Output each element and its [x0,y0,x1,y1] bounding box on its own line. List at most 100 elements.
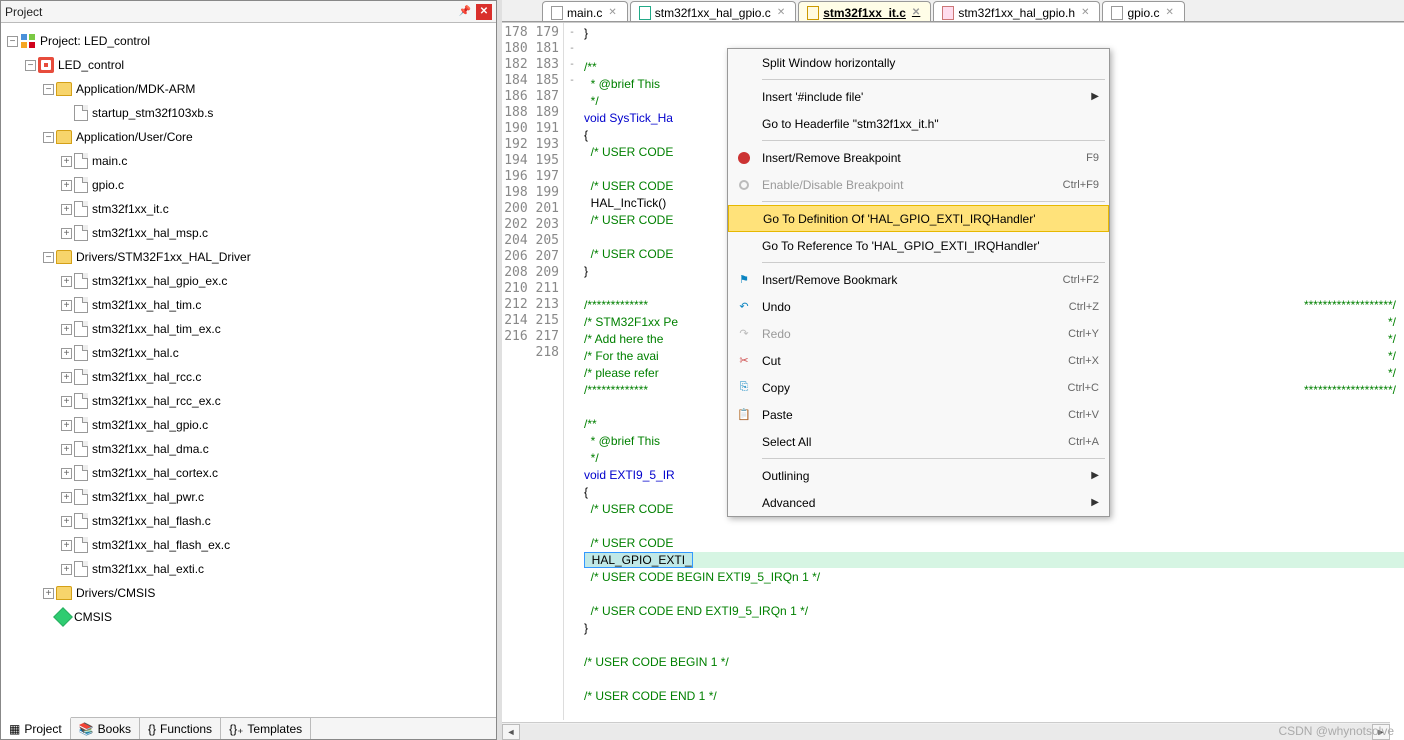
expander-icon[interactable]: + [61,444,72,455]
expander-icon[interactable]: + [61,540,72,551]
menu-item[interactable]: ✂CutCtrl+X [728,347,1109,374]
menu-item[interactable]: Insert/Remove BreakpointF9 [728,144,1109,171]
menu-label: Copy [762,381,790,395]
menu-item[interactable]: Advanced▶ [728,489,1109,516]
tree-file[interactable]: +main.c [7,149,496,173]
tree-project-root[interactable]: −Project: LED_control [7,29,496,53]
tree-target[interactable]: −LED_control [7,53,496,77]
menu-item[interactable]: ↶UndoCtrl+Z [728,293,1109,320]
scroll-track[interactable] [520,724,1372,740]
expander-icon[interactable]: + [61,420,72,431]
menu-item[interactable]: Go To Reference To 'HAL_GPIO_EXTI_IRQHan… [728,232,1109,259]
close-icon[interactable]: ✕ [476,4,492,20]
expander-icon[interactable]: + [61,396,72,407]
cmsis-icon [53,607,73,627]
tab-label: stm32f1xx_hal_gpio.c [655,6,771,20]
fold-column[interactable]: - - - - [564,23,580,720]
tree-file[interactable]: +stm32f1xx_hal_tim.c [7,293,496,317]
menu-item[interactable]: ⚑Insert/Remove BookmarkCtrl+F2 [728,266,1109,293]
close-icon[interactable]: ✕ [777,7,785,18]
pin-icon[interactable]: 📌 [458,5,472,19]
expander-icon[interactable]: + [61,468,72,479]
expander-icon[interactable]: + [61,372,72,383]
menu-label: Redo [762,327,791,341]
expander-icon[interactable]: + [61,276,72,287]
tree-label: stm32f1xx_hal_msp.c [92,226,208,240]
tree-file[interactable]: + stm32f1xx_hal_dma.c [7,437,496,461]
shortcut-label: Ctrl+Y [1068,328,1099,340]
expander-icon[interactable]: + [43,588,54,599]
expander-icon[interactable]: − [7,36,18,47]
tree-file[interactable]: +gpio.c [7,173,496,197]
tree-file[interactable]: +stm32f1xx_hal_flash.c [7,509,496,533]
tree-file[interactable]: +stm32f1xx_hal_tim_ex.c [7,317,496,341]
menu-item[interactable]: Go To Definition Of 'HAL_GPIO_EXTI_IRQHa… [728,205,1109,232]
close-icon[interactable]: ✕ [1081,7,1089,18]
expander-icon[interactable]: − [43,252,54,263]
file-tab[interactable]: stm32f1xx_hal_gpio.c ✕ [630,1,796,21]
file-tab[interactable]: stm32f1xx_hal_gpio.h✕ [933,1,1100,21]
menu-item[interactable]: Split Window horizontally [728,49,1109,76]
close-icon[interactable]: ✕ [608,7,616,18]
tree-file[interactable]: +stm32f1xx_hal_flash_ex.c [7,533,496,557]
tree-file[interactable]: +stm32f1xx_hal_cortex.c [7,461,496,485]
expander-icon[interactable]: + [61,156,72,167]
folder-icon [56,250,72,264]
menu-item[interactable]: Go to Headerfile "stm32f1xx_it.h" [728,110,1109,137]
menu-item[interactable]: Outlining▶ [728,462,1109,489]
file-tab[interactable]: gpio.c✕ [1102,1,1184,21]
menu-item[interactable]: Select AllCtrl+A [728,428,1109,455]
tree-file[interactable]: +stm32f1xx_hal_rcc.c [7,365,496,389]
expander-icon[interactable]: + [61,564,72,575]
tree-label: Drivers/CMSIS [76,586,155,600]
tree-file[interactable]: +stm32f1xx_hal.c [7,341,496,365]
expander-icon[interactable]: − [43,132,54,143]
tree-file[interactable]: +stm32f1xx_hal_rcc_ex.c [7,389,496,413]
tree-file[interactable]: +stm32f1xx_hal_gpio.c [7,413,496,437]
close-icon[interactable]: ✕ [912,7,920,18]
menu-item[interactable]: Insert '#include file'▶ [728,83,1109,110]
tree-file[interactable]: + stm32f1xx_hal_pwr.c [7,485,496,509]
tree-file[interactable]: +stm32f1xx_hal_gpio_ex.c [7,269,496,293]
menu-item: ↷RedoCtrl+Y [728,320,1109,347]
file-tab[interactable]: stm32f1xx_it.c✕ [798,1,931,21]
menu-separator [762,79,1105,80]
tree-file[interactable]: + stm32f1xx_hal_msp.c [7,221,496,245]
menu-label: Enable/Disable Breakpoint [762,178,903,192]
bottom-tab-project[interactable]: ▦Project [1,717,71,739]
bottom-tab-books[interactable]: 📚Books [71,718,140,739]
tree-file[interactable]: +stm32f1xx_it.c [7,197,496,221]
tree-folder[interactable]: −Application/User/Core [7,125,496,149]
expander-icon[interactable]: + [61,228,72,239]
project-tree[interactable]: −Project: LED_control−LED_control−Applic… [1,23,496,717]
bottom-tab-templates[interactable]: {}₊Templates [221,718,311,739]
expander-icon[interactable]: + [61,516,72,527]
tree-file[interactable]: +stm32f1xx_hal_exti.c [7,557,496,581]
expander-icon[interactable]: + [61,324,72,335]
tree-label: stm32f1xx_hal_dma.c [92,442,209,456]
menu-item[interactable]: ⎘CopyCtrl+C [728,374,1109,401]
tree-folder[interactable]: −Application/MDK-ARM [7,77,496,101]
project-panel: Project 📌 ✕ −Project: LED_control−LED_co… [0,0,497,740]
tree-label: stm32f1xx_hal_pwr.c [92,490,204,504]
expander-icon[interactable]: + [61,180,72,191]
menu-label: Insert/Remove Bookmark [762,273,897,287]
menu-item[interactable]: 📋PasteCtrl+V [728,401,1109,428]
expander-icon[interactable]: + [61,300,72,311]
expander-icon[interactable]: + [61,204,72,215]
line-gutter: 178 179 180 181 182 183 184 185 186 187 … [502,23,564,720]
tree-file[interactable]: startup_stm32f103xb.s [7,101,496,125]
bottom-tab-functions[interactable]: {}Functions [140,718,221,739]
scroll-left-button[interactable]: ◄ [502,724,520,740]
expander-icon[interactable]: + [61,348,72,359]
expander-icon[interactable]: + [61,492,72,503]
file-tab[interactable]: main.c✕ [542,1,628,21]
horizontal-scrollbar[interactable]: ◄ ► [502,722,1390,740]
tree-cmsis[interactable]: CMSIS [7,605,496,629]
expander-icon[interactable]: − [43,84,54,95]
expander-icon[interactable]: − [25,60,36,71]
close-icon[interactable]: ✕ [1165,7,1173,18]
tree-folder[interactable]: + Drivers/CMSIS [7,581,496,605]
tree-folder[interactable]: −Drivers/STM32F1xx_HAL_Driver [7,245,496,269]
file-icon [74,177,88,193]
